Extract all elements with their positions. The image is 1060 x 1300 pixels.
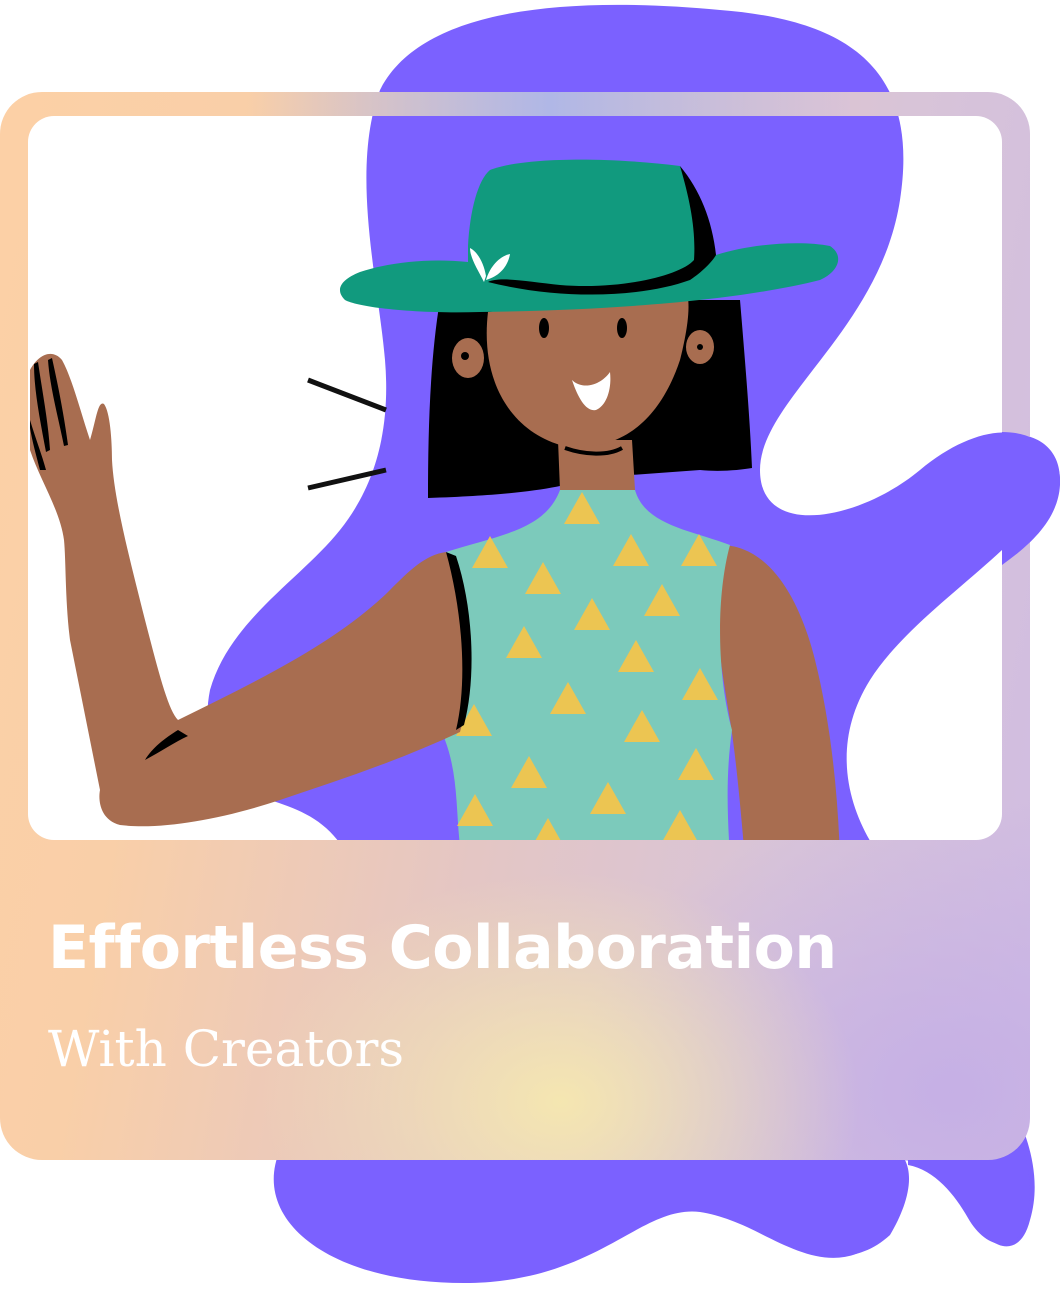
blob-right-shape [1002,432,1060,565]
illustration-window [28,116,1002,840]
collaboration-card-graphic: Effortless Collaboration With Creators [0,0,1060,1300]
earring-left [461,352,469,360]
card-title: Effortless Collaboration [48,913,837,983]
motion-line-top [307,377,387,413]
eye-right [617,318,627,338]
card-subtitle: With Creators [48,1020,405,1078]
woman-illustration [30,116,1002,840]
earring-right [697,344,703,350]
eye-left [539,318,549,338]
